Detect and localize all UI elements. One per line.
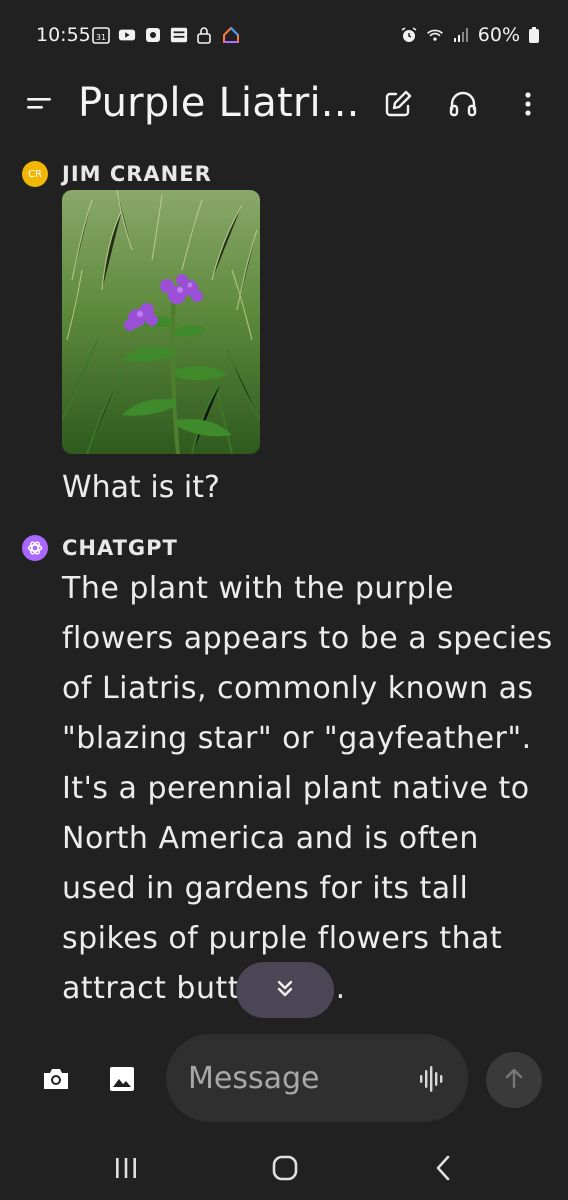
user-message-text: What is it? — [62, 470, 220, 505]
calendar-day: 31 — [96, 33, 106, 42]
home-icon — [222, 26, 240, 44]
battery-icon — [528, 26, 546, 44]
headphones-icon[interactable] — [447, 88, 479, 120]
assistant-message-text: The plant with the purple flowers appear… — [62, 571, 553, 1006]
system-icons: 60% — [400, 24, 546, 46]
messenger-icon — [144, 26, 162, 44]
system-navigation-bar — [0, 1140, 568, 1200]
avatar: CR — [22, 161, 48, 187]
assistant-message-header: CHATGPT — [22, 535, 178, 561]
new-chat-icon[interactable] — [382, 88, 414, 120]
chatgpt-logo-icon — [22, 535, 48, 561]
conversation-title[interactable]: Purple Liatri... — [78, 80, 360, 126]
sender-name: JIM CRANER — [62, 162, 212, 186]
battery-percent: 60% — [477, 24, 520, 46]
camera-icon[interactable] — [40, 1063, 72, 1095]
scroll-to-bottom-button[interactable] — [236, 962, 334, 1018]
calendar-icon: 31 — [92, 26, 110, 44]
bible-icon — [170, 26, 188, 44]
recent-apps-icon[interactable] — [106, 1152, 146, 1184]
voice-input-icon[interactable] — [416, 1064, 448, 1094]
app-bar: Purple Liatri... — [0, 72, 568, 136]
youtube-icon — [118, 26, 136, 44]
attached-photo[interactable] — [62, 190, 260, 454]
wifi-icon — [426, 26, 444, 44]
back-icon[interactable] — [424, 1152, 464, 1184]
arrow-up-icon — [501, 1065, 527, 1095]
double-chevron-down-icon — [274, 977, 296, 1003]
alarm-icon — [400, 26, 418, 44]
image-icon[interactable] — [106, 1063, 138, 1095]
more-options-icon[interactable] — [512, 88, 544, 120]
notification-icons: 31 — [92, 26, 240, 44]
menu-icon[interactable] — [24, 90, 54, 120]
sender-name: CHATGPT — [62, 536, 178, 560]
status-time: 10:55 — [36, 24, 91, 46]
status-bar: 10:55 31 60% — [0, 0, 568, 70]
lock-icon — [196, 26, 214, 44]
signal-icon — [452, 26, 470, 44]
composer-bar — [0, 1030, 568, 1130]
user-message-header: CR JIM CRANER — [22, 161, 212, 187]
home-button-icon[interactable] — [265, 1152, 305, 1184]
send-button[interactable] — [486, 1052, 542, 1108]
